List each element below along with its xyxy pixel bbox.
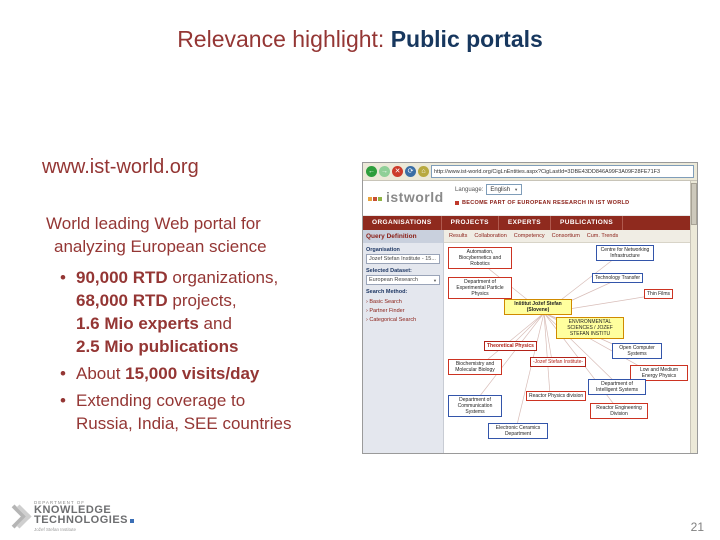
graph-node[interactable]: Centre for Networking Infrastructure <box>596 245 654 261</box>
nav-tab-organisations[interactable]: ORGANISATIONS <box>363 216 442 230</box>
link-arrow-icon: › <box>366 308 368 314</box>
address-bar[interactable]: http://www.ist-world.org/CigLnEntities.a… <box>431 165 694 178</box>
language-row: Language: English ▼ <box>455 184 523 195</box>
blue-square-icon <box>130 519 135 523</box>
graph-node[interactable]: -Jozef Stefan Institute- <box>530 357 587 367</box>
query-definition-header: Query Definition <box>363 230 443 243</box>
bullet-3-line-1: Extending coverage to <box>76 391 246 410</box>
nav-tab-projects[interactable]: PROJECTS <box>442 216 499 230</box>
stop-icon[interactable]: ✕ <box>392 166 403 177</box>
language-select[interactable]: English ▼ <box>486 184 523 195</box>
subnav-collaboration[interactable]: Collaboration <box>474 233 506 239</box>
subnav-cum-trends[interactable]: Cum. Trends <box>587 233 618 239</box>
graph-node[interactable]: Department of Intelligent Systems <box>588 379 646 395</box>
site-header: istworld Language: English ▼ BECOME PART… <box>363 181 697 216</box>
scrollbar-thumb[interactable] <box>691 183 697 225</box>
bullet-1-line-1: 90,000 RTD organizations, <box>76 268 279 287</box>
intro-line-2: analyzing European science <box>54 237 267 256</box>
refresh-icon[interactable]: ⟳ <box>405 166 416 177</box>
graph-node[interactable]: Reactor Physics division <box>526 391 587 401</box>
subnav-competency[interactable]: Competency <box>514 233 545 239</box>
bullet-2: • About 15,000 visits/day <box>60 362 366 385</box>
title-emphasis: Public portals <box>390 26 543 52</box>
sidebar-link-partner-finder[interactable]: › Partner Finder <box>363 305 443 314</box>
logo-pixels-icon <box>368 188 383 206</box>
graph-node[interactable]: Automation, Biocybernetics and Robotics <box>448 247 512 269</box>
graph-node[interactable]: Theoretical Physics <box>484 341 537 351</box>
link-arrow-icon: › <box>366 317 368 323</box>
graph-node[interactable]: Department of Communication Systems <box>448 395 502 417</box>
dept-line-3: TECHNOLOGIES <box>34 515 135 526</box>
graph-node[interactable]: ENVIRONMENTAL SCIENCES / JOZEF STEFAN IN… <box>556 317 624 339</box>
dataset-select[interactable]: European Research ▼ <box>366 275 440 285</box>
url-heading: www.ist-world.org <box>42 156 199 178</box>
dept-subtitle: Jožef Stefan Institute <box>34 527 77 532</box>
bullet-icon: • <box>60 364 66 383</box>
bullet-3: • Extending coverage to <box>60 389 366 412</box>
language-label: Language: <box>455 186 484 193</box>
graph-node[interactable]: Electronic Ceramics Department <box>488 423 548 439</box>
nav-tab-publications[interactable]: PUBLICATIONS <box>551 216 624 230</box>
bullet-1-line-3: 1.6 Mio experts and <box>76 314 232 333</box>
page-number: 21 <box>690 520 704 534</box>
graph-node[interactable]: Open Computer Systems <box>612 343 662 359</box>
graph-node[interactable]: Thin Films <box>644 289 674 299</box>
search-method-label: Search Method: <box>366 289 408 295</box>
bullet-3-line-2: Russia, India, SEE countries <box>76 414 292 433</box>
subnav-consortium[interactable]: Consortium <box>552 233 580 239</box>
graph-node[interactable]: Department of Experimental Particle Phys… <box>448 277 512 299</box>
browser-toolbar: ← → ✕ ⟳ ⌂ http://www.ist-world.org/CigLn… <box>363 163 697 181</box>
forward-icon[interactable]: → <box>379 166 390 177</box>
site-notice[interactable]: BECOME PART OF EUROPEAN RESEARCH IN IST … <box>455 200 629 206</box>
graph-node[interactable]: Biochemistry and Molecular Biology <box>448 359 502 375</box>
bullet-1-line-4: 2.5 Mio publications <box>76 337 239 356</box>
subnav-results[interactable]: Results <box>449 233 467 239</box>
logo-text: istworld <box>386 189 444 205</box>
graph-node[interactable]: Technology Transfer <box>592 273 644 283</box>
link-arrow-icon: › <box>366 299 368 305</box>
home-icon[interactable]: ⌂ <box>418 166 429 177</box>
istworld-logo: istworld <box>368 188 444 206</box>
back-icon[interactable]: ← <box>366 166 377 177</box>
graph-node[interactable]: Inštitut Jožef Stefan (Slovene) <box>504 299 572 315</box>
page-title: Relevance highlight: Public portals <box>0 26 720 53</box>
sidebar-link-categorical-search[interactable]: › Categorical Search <box>363 314 443 323</box>
query-sidebar: Query Definition Organisation Jozef Stef… <box>363 230 444 453</box>
bullet-icon: • <box>60 268 66 287</box>
bullet-2-line-1: About 15,000 visits/day <box>76 364 260 383</box>
dataset-label: Selected Dataset: <box>366 268 412 274</box>
chevron-down-icon: ▼ <box>433 277 437 283</box>
results-subnav: Results Collaboration Competency Consort… <box>444 230 697 243</box>
title-prefix: Relevance highlight: <box>177 26 391 52</box>
organisation-input[interactable]: Jozef Stefan Institute - 15... <box>366 254 440 264</box>
sidebar-link-basic-search[interactable]: › Basic Search <box>363 296 443 305</box>
red-dot-icon <box>455 201 459 205</box>
site-nav: ORGANISATIONS PROJECTS EXPERTS PUBLICATI… <box>363 216 697 230</box>
collaboration-graph: Automation, Biocybernetics and Robotics … <box>444 243 697 453</box>
nav-tab-experts[interactable]: EXPERTS <box>499 216 552 230</box>
chevron-down-icon: ▼ <box>514 187 519 192</box>
body-text: World leading Web portal for analyzing E… <box>46 212 366 435</box>
department-logo: DEPARTMENT OF KNOWLEDGE TECHNOLOGIES Jož… <box>2 500 135 532</box>
department-text: DEPARTMENT OF KNOWLEDGE TECHNOLOGIES Jož… <box>34 500 135 532</box>
scrollbar[interactable] <box>690 181 697 453</box>
site-body: Query Definition Organisation Jozef Stef… <box>363 230 697 453</box>
browser-screenshot: ← → ✕ ⟳ ⌂ http://www.ist-world.org/CigLn… <box>362 162 698 454</box>
bullet-1-line-2: 68,000 RTD projects, <box>76 291 237 310</box>
bullet-icon: • <box>60 391 66 410</box>
results-area: Results Collaboration Competency Consort… <box>444 230 697 453</box>
bullet-1: • 90,000 RTD organizations, <box>60 266 366 289</box>
organisation-label: Organisation <box>366 247 400 253</box>
slide: Relevance highlight: Public portals www.… <box>0 0 720 540</box>
graph-node[interactable]: Reactor Engineering Division <box>590 403 648 419</box>
intro-line-1: World leading Web portal for <box>46 214 261 233</box>
